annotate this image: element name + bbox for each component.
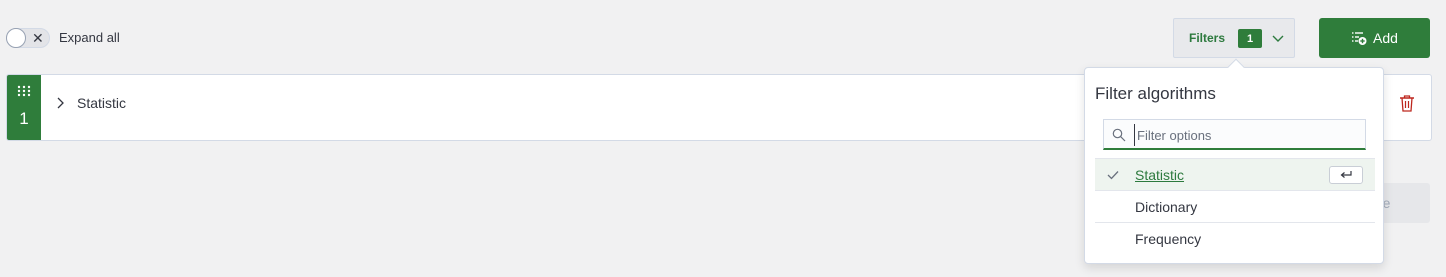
- filter-search-field[interactable]: [1103, 119, 1366, 150]
- popover-arrow: [1227, 58, 1245, 76]
- row-number: 1: [19, 109, 29, 128]
- filter-search-input[interactable]: [1134, 124, 1359, 146]
- row-title[interactable]: Statistic: [77, 95, 126, 111]
- check-icon: [1107, 171, 1119, 180]
- filter-option-frequency[interactable]: Frequency: [1095, 222, 1375, 254]
- filter-option-list: Statistic Dictionary Frequency: [1095, 158, 1375, 254]
- filters-count-badge: 1: [1238, 29, 1262, 48]
- expand-all-toggle[interactable]: ✕: [6, 28, 50, 48]
- search-icon: [1112, 128, 1126, 142]
- grip-icon: [17, 85, 31, 97]
- expand-all-label: Expand all: [59, 30, 120, 45]
- filters-label: Filters: [1189, 31, 1226, 45]
- filters-button[interactable]: Filters 1: [1173, 18, 1295, 58]
- list-add-icon: [1352, 32, 1367, 45]
- toggle-knob: [6, 28, 26, 48]
- add-button-label: Add: [1373, 30, 1398, 46]
- add-button[interactable]: Add: [1319, 18, 1430, 58]
- filter-option-label: Dictionary: [1135, 199, 1198, 215]
- chevron-right-icon[interactable]: [55, 96, 67, 110]
- row-drag-handle[interactable]: 1: [7, 75, 41, 140]
- filter-option-label: Frequency: [1135, 231, 1202, 247]
- filter-option-dictionary[interactable]: Dictionary: [1095, 190, 1375, 222]
- close-icon: ✕: [32, 30, 44, 46]
- popover-title: Filter algorithms: [1095, 84, 1216, 103]
- enter-key-icon: [1329, 166, 1363, 184]
- filter-option-label: Statistic: [1135, 167, 1185, 183]
- filter-option-statistic[interactable]: Statistic: [1095, 158, 1375, 190]
- trash-icon[interactable]: [1399, 94, 1415, 112]
- chevron-down-icon: [1272, 35, 1284, 42]
- filter-popover: Filter algorithms Statistic Dictionary F…: [1084, 58, 1384, 264]
